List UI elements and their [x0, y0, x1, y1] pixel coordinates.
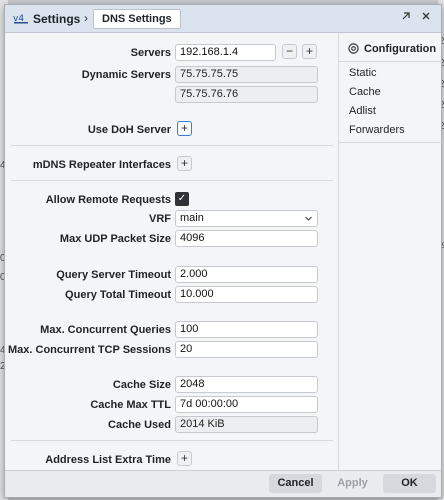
- sidebar-item-cache[interactable]: Cache: [349, 86, 381, 98]
- add-server-button[interactable]: +: [302, 44, 317, 59]
- max-concurrent-tcp-input[interactable]: 20: [175, 341, 318, 358]
- servers-input[interactable]: 192.168.1.4: [175, 44, 276, 61]
- dynamic-server-field: 75.75.76.76: [175, 86, 318, 103]
- dns-form: Servers 192.168.1.4 − + Dynamic Servers …: [5, 33, 337, 470]
- restore-icon[interactable]: [399, 11, 413, 25]
- cache-size-row: Cache Size 2048: [5, 376, 337, 394]
- query-total-timeout-label: Query Total Timeout: [65, 289, 171, 301]
- gear-icon: [348, 43, 359, 54]
- cache-used-label: Cache Used: [108, 419, 171, 431]
- max-udp-row: Max UDP Packet Size 4096: [5, 230, 337, 248]
- max-udp-label: Max UDP Packet Size: [59, 233, 171, 245]
- configuration-sidebar: Configuration Static Cache Adlist Forwar…: [338, 33, 442, 470]
- sidebar-heading: Configuration: [364, 43, 437, 55]
- cache-size-input[interactable]: 2048: [175, 376, 318, 393]
- title-bar[interactable]: v4 Settings › DNS Settings: [5, 5, 441, 33]
- dynamic-servers-row: Dynamic Servers 75.75.75.75: [5, 66, 337, 84]
- cache-max-ttl-label: Cache Max TTL: [90, 399, 171, 411]
- address-list-extra-time-row: Address List Extra Time +: [5, 451, 337, 469]
- sidebar-item-static[interactable]: Static: [349, 67, 377, 79]
- query-server-timeout-input[interactable]: 2.000: [175, 266, 318, 283]
- app-logo-icon: v4: [13, 14, 28, 24]
- cache-size-label: Cache Size: [112, 379, 171, 391]
- cancel-button[interactable]: Cancel: [269, 474, 322, 493]
- vrf-row: VRF main: [5, 210, 337, 228]
- dns-settings-window: v4 Settings › DNS Settings Servers 192.1…: [4, 4, 442, 498]
- section-divider: [11, 180, 333, 181]
- section-divider: [11, 145, 333, 146]
- breadcrumb-separator: ›: [84, 11, 88, 25]
- dynamic-server-field: 75.75.75.75: [175, 66, 318, 83]
- sidebar-divider: [339, 61, 442, 62]
- max-concurrent-queries-row: Max. Concurrent Queries 100: [5, 321, 337, 339]
- cache-max-ttl-input[interactable]: 7d 00:00:00: [175, 396, 318, 413]
- max-concurrent-tcp-label: Max. Concurrent TCP Sessions: [7, 344, 171, 356]
- query-total-timeout-row: Query Total Timeout 10.000: [5, 286, 337, 304]
- ok-button[interactable]: OK: [383, 474, 436, 493]
- dialog-footer: Cancel Apply OK: [5, 470, 441, 497]
- servers-row: Servers 192.168.1.4 − +: [5, 44, 337, 62]
- vrf-select[interactable]: main: [175, 210, 318, 227]
- add-address-list-extra-time-button[interactable]: +: [177, 451, 192, 466]
- vrf-value: main: [180, 212, 204, 224]
- mdns-row: mDNS Repeater Interfaces +: [5, 156, 337, 174]
- sidebar-item-forwarders[interactable]: Forwarders: [349, 124, 405, 136]
- use-doh-label: Use DoH Server: [87, 124, 171, 136]
- breadcrumb-settings[interactable]: Settings: [33, 12, 80, 26]
- remove-server-button[interactable]: −: [282, 44, 297, 59]
- section-divider: [11, 440, 333, 441]
- add-doh-server-button[interactable]: +: [177, 121, 192, 136]
- sidebar-divider: [339, 142, 442, 143]
- servers-label: Servers: [130, 47, 171, 59]
- query-server-timeout-row: Query Server Timeout 2.000: [5, 266, 337, 284]
- use-doh-row: Use DoH Server +: [5, 121, 337, 139]
- vrf-label: VRF: [149, 213, 171, 225]
- cache-used-field: 2014 KiB: [175, 416, 318, 433]
- dynamic-servers-label: Dynamic Servers: [81, 69, 171, 81]
- cache-max-ttl-row: Cache Max TTL 7d 00:00:00: [5, 396, 337, 414]
- dynamic-servers-row-2: 75.75.76.76: [5, 86, 337, 104]
- query-server-timeout-label: Query Server Timeout: [56, 269, 171, 281]
- max-concurrent-queries-input[interactable]: 100: [175, 321, 318, 338]
- allow-remote-checkbox[interactable]: ✓: [175, 192, 189, 206]
- address-list-extra-time-label: Address List Extra Time: [45, 454, 171, 466]
- max-concurrent-queries-label: Max. Concurrent Queries: [40, 324, 171, 336]
- mdns-repeater-label: mDNS Repeater Interfaces: [32, 159, 171, 171]
- apply-button[interactable]: Apply: [325, 474, 380, 493]
- query-total-timeout-input[interactable]: 10.000: [175, 286, 318, 303]
- add-mdns-interface-button[interactable]: +: [177, 156, 192, 171]
- allow-remote-row: Allow Remote Requests ✓: [5, 191, 337, 209]
- breadcrumb-dns-settings[interactable]: DNS Settings: [93, 9, 181, 29]
- allow-remote-label: Allow Remote Requests: [45, 194, 171, 206]
- chevron-down-icon: [305, 216, 312, 221]
- cache-used-row: Cache Used 2014 KiB: [5, 416, 337, 434]
- close-icon[interactable]: [419, 11, 433, 25]
- sidebar-item-adlist[interactable]: Adlist: [349, 105, 376, 117]
- max-concurrent-tcp-row: Max. Concurrent TCP Sessions 20: [5, 341, 337, 359]
- max-udp-input[interactable]: 4096: [175, 230, 318, 247]
